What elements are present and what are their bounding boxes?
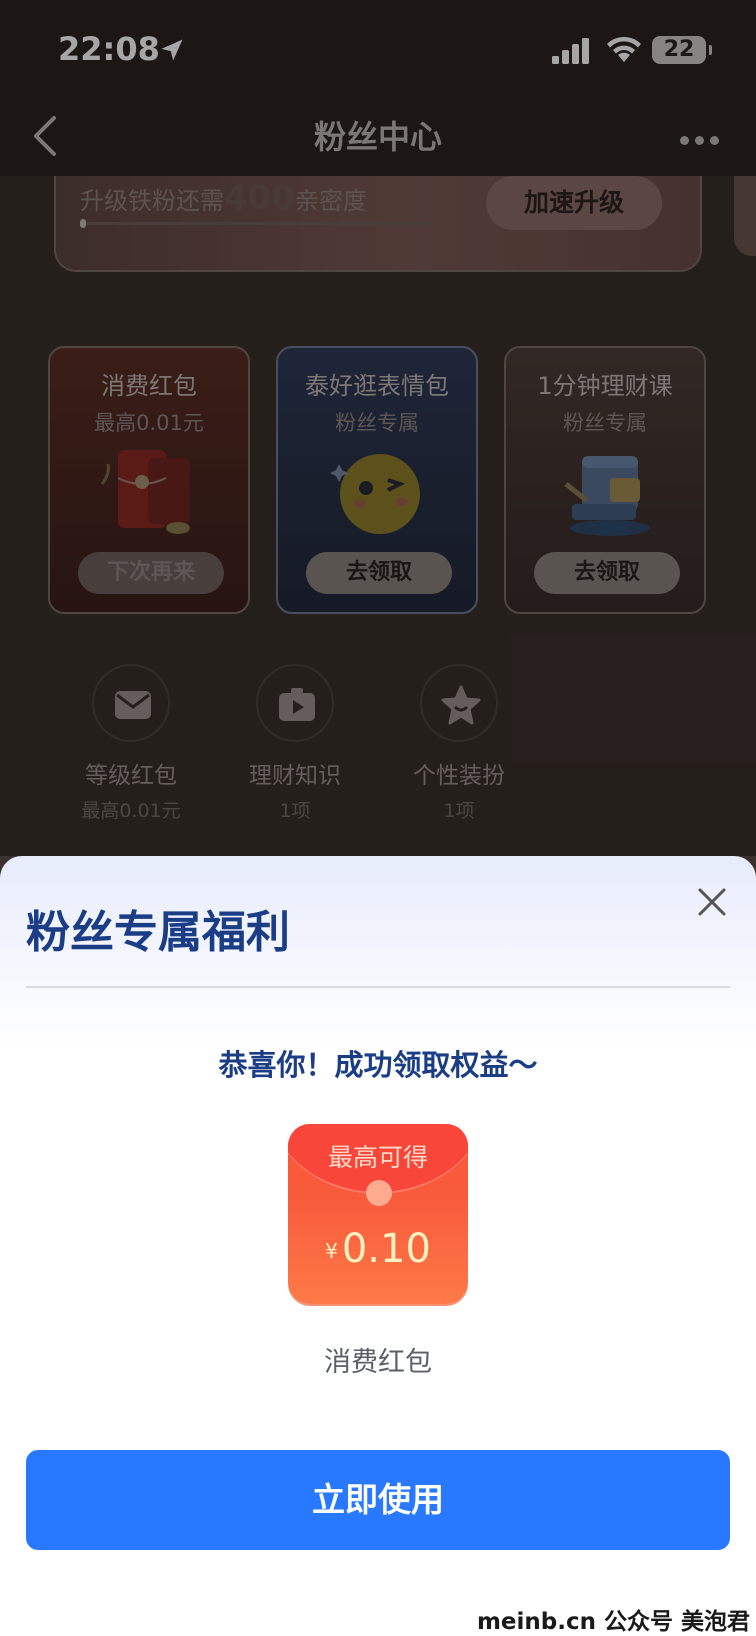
benefit-button-claim[interactable]: 去领取 (534, 552, 680, 594)
benefit-button-next-time[interactable]: 下次再来 (78, 552, 224, 594)
level-upgrade-text: 升级铁粉还需400亲密度 (80, 178, 367, 218)
benefit-card-finance-course[interactable]: 1分钟理财课 粉丝专属 去领取 (504, 346, 706, 614)
fan-benefit-sheet: 粉丝专属福利 恭喜你！成功领取权益～ 最高可得 ¥0.10 消费红包 立即使用 … (0, 856, 756, 1636)
battery-icon: 22 (652, 36, 712, 64)
small-item-label: 理财知识 (249, 763, 341, 789)
benefit-card-emoji-pack[interactable]: 泰好逛表情包 粉丝专属 去领取 (276, 346, 478, 614)
next-level-card-peek (734, 176, 756, 256)
level-text-prefix: 升级铁粉还需 (80, 187, 224, 215)
small-item-label: 个性装扮 (413, 763, 505, 789)
amount-value: 0.10 (341, 1226, 431, 1272)
envelope-icon (92, 664, 170, 742)
currency-symbol: ¥ (325, 1239, 338, 1263)
close-icon[interactable] (696, 886, 728, 918)
small-item-level-packet[interactable]: 等级红包 最高0.01元 (56, 664, 206, 823)
status-bar: 22:08 22 (0, 0, 756, 96)
benefit-title: 消费红包 (101, 372, 197, 400)
play-video-icon (256, 664, 334, 742)
cellular-signal-icon (552, 38, 589, 64)
benefit-button-claim[interactable]: 去领取 (306, 552, 452, 594)
speed-upgrade-button[interactable]: 加速升级 (486, 176, 662, 230)
small-item-label: 等级红包 (85, 763, 177, 789)
star-icon (420, 664, 498, 742)
small-item-sub: 1项 (279, 800, 311, 822)
benefit-title: 1分钟理财课 (537, 372, 673, 400)
watermark-text: meinb.cn 公众号 美泡君 (476, 1609, 750, 1635)
red-packet-name: 消费红包 (324, 1347, 432, 1378)
red-packet-icon (100, 450, 190, 534)
benefit-card-consume-packet[interactable]: 消费红包 最高0.01元 下次再来 (48, 346, 250, 614)
page-title: 粉丝中心 (313, 118, 442, 156)
status-time: 22:08 (58, 30, 160, 68)
nav-bar: 粉丝中心 (0, 96, 756, 176)
small-item-finance-knowledge[interactable]: 理财知识 1项 (220, 664, 370, 823)
emoji-wink-icon (330, 454, 420, 534)
small-item-personal-dressup[interactable]: 个性装扮 1项 (384, 664, 534, 823)
small-item-sub: 最高0.01元 (81, 800, 181, 822)
benefit-title: 泰好逛表情包 (305, 372, 449, 400)
small-item-sub: 1项 (443, 800, 475, 822)
more-options-icon[interactable] (680, 130, 726, 145)
sheet-title: 粉丝专属福利 (26, 907, 290, 958)
level-upgrade-card: 升级铁粉还需400亲密度 加速升级 (54, 176, 702, 272)
red-packet-card: 最高可得 ¥0.10 (288, 1124, 468, 1304)
level-progress-bar (80, 219, 430, 228)
benefit-sub: 粉丝专属 (563, 411, 647, 435)
use-now-button[interactable]: 立即使用 (26, 1450, 730, 1550)
calendar-book-icon (564, 456, 650, 536)
wifi-icon (607, 36, 641, 62)
sheet-divider (26, 986, 730, 988)
congrats-message: 恭喜你！成功领取权益～ (218, 1048, 538, 1082)
benefit-sub: 最高0.01元 (94, 411, 204, 435)
level-points: 400 (224, 178, 295, 218)
level-text-suffix: 亲密度 (294, 187, 367, 215)
red-packet-label: 最高可得 (327, 1143, 428, 1172)
red-packet-amount: ¥0.10 (288, 1226, 468, 1272)
location-arrow-icon (161, 39, 183, 61)
red-packet-seal (366, 1180, 392, 1206)
benefit-sub: 粉丝专属 (335, 411, 419, 435)
